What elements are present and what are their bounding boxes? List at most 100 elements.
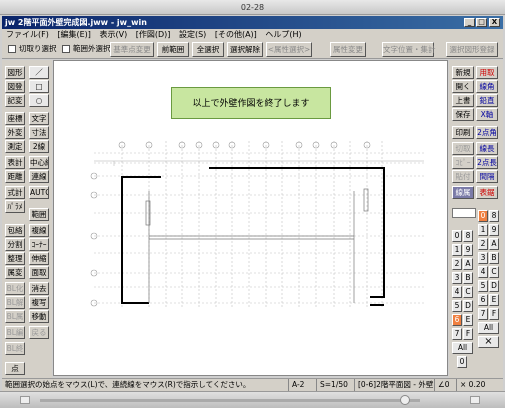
tool-parallel-line[interactable]: 複線 xyxy=(29,224,49,237)
layer-zero[interactable]: 0 xyxy=(457,356,467,368)
layer-group-f[interactable]: F xyxy=(489,308,499,320)
drawing-canvas[interactable]: 以上で外壁作図を終了します xyxy=(53,60,448,376)
layer-group-b[interactable]: B xyxy=(489,252,499,264)
menu-help[interactable]: ヘルプ(H) xyxy=(265,30,301,39)
two-point-angle-button[interactable]: 2点角 xyxy=(476,126,498,139)
angle[interactable]: ∠0 xyxy=(434,379,456,391)
tool-block-create[interactable]: BL化 xyxy=(5,282,25,295)
file-new-button[interactable]: 新規 xyxy=(452,66,474,79)
circle-tool-icon[interactable]: ○ xyxy=(29,94,49,107)
layer-3[interactable]: 3 xyxy=(452,272,462,284)
tool-block-edit[interactable]: BL編 xyxy=(5,326,25,339)
tool-chamfer[interactable]: 面取 xyxy=(29,266,49,279)
layer-group-e[interactable]: E xyxy=(489,294,499,306)
tool-figure-register[interactable]: 図登 xyxy=(5,80,25,93)
tool-table-calc[interactable]: 表計 xyxy=(5,156,25,169)
attr-select-button[interactable]: <属性選択> xyxy=(266,42,312,57)
attr-change-button[interactable]: 属性変更 xyxy=(330,42,366,57)
layer-group-6[interactable]: 6 xyxy=(478,294,488,306)
copy-button[interactable]: ｺﾋﾟｰ xyxy=(452,156,474,169)
tool-double-line[interactable]: 2線 xyxy=(29,140,49,153)
layer-6[interactable]: 6 xyxy=(452,314,462,326)
layer-0[interactable]: 0 xyxy=(452,230,462,242)
tool-point[interactable]: 点 xyxy=(5,362,25,375)
tool-undo[interactable]: 戻る xyxy=(29,326,49,339)
tool-formula[interactable]: 式計 xyxy=(5,186,25,199)
pause-icon[interactable] xyxy=(20,396,30,404)
layer-group-7[interactable]: 7 xyxy=(478,308,488,320)
table-saw-button[interactable]: 表鋸 xyxy=(476,186,498,199)
menu-settings[interactable]: 設定(S) xyxy=(179,30,206,39)
layer-all[interactable]: All xyxy=(452,342,473,354)
x-axis-button[interactable]: X軸 xyxy=(476,108,498,121)
tool-corner[interactable]: ｺｰﾅｰ xyxy=(29,238,49,251)
tool-distance[interactable]: 距離 xyxy=(5,170,25,183)
layer-group-4[interactable]: 4 xyxy=(478,266,488,278)
tool-block-release[interactable]: BL解 xyxy=(5,296,25,309)
current-layer[interactable]: [0-6]2階平面図 - 外壁 xyxy=(354,379,434,391)
layer-f[interactable]: F xyxy=(463,328,473,340)
tool-figure[interactable]: 図形 xyxy=(5,66,25,79)
register-shape-button[interactable]: 選択図形登録 xyxy=(446,42,498,57)
menu-view[interactable]: 表示(V) xyxy=(99,30,127,39)
cut-select-checkbox[interactable] xyxy=(8,45,16,53)
layer-4[interactable]: 4 xyxy=(452,286,462,298)
tool-copy[interactable]: 複写 xyxy=(29,296,49,309)
print-button[interactable]: 印刷 xyxy=(452,126,474,139)
deselect-button[interactable]: 選択解除 xyxy=(227,42,263,57)
layer-group-c[interactable]: C xyxy=(489,266,499,278)
menu-other[interactable]: [その他(A)] xyxy=(215,30,257,39)
tool-stretch[interactable]: 伸縮 xyxy=(29,252,49,265)
tool-take-button[interactable]: 用取 xyxy=(476,66,498,79)
tool-dimension[interactable]: 寸法 xyxy=(29,126,49,139)
tool-coordinate[interactable]: 座標 xyxy=(5,112,25,125)
layer-group-3[interactable]: 3 xyxy=(478,252,488,264)
tool-attr-change[interactable]: 属変 xyxy=(5,266,25,279)
layer-group-1[interactable]: 1 xyxy=(478,224,488,236)
paste-button[interactable]: 貼付 xyxy=(452,170,474,183)
line-angle-button[interactable]: 線角 xyxy=(476,80,498,93)
tool-continuous-line[interactable]: 連線 xyxy=(29,170,49,183)
layer-group-9[interactable]: 9 xyxy=(489,224,499,236)
layer-group-a[interactable]: A xyxy=(489,238,499,250)
paper-size[interactable]: A-2 xyxy=(288,379,316,391)
line-type-preview[interactable] xyxy=(452,208,476,218)
tool-erase[interactable]: 消去 xyxy=(29,282,49,295)
layer-c[interactable]: C xyxy=(463,286,473,298)
vertical-button[interactable]: 鉛直 xyxy=(476,94,498,107)
layer-group-2[interactable]: 2 xyxy=(478,238,488,250)
layer-b[interactable]: B xyxy=(463,272,473,284)
layer-9[interactable]: 9 xyxy=(463,244,473,256)
base-point-button[interactable]: 基準点変更 xyxy=(110,42,154,57)
file-overwrite-button[interactable]: 上書 xyxy=(452,94,474,107)
rectangle-tool-icon[interactable]: □ xyxy=(29,80,49,93)
layer-group-5[interactable]: 5 xyxy=(478,280,488,292)
line-attr-button[interactable]: 線属 xyxy=(452,186,474,199)
layer-d[interactable]: D xyxy=(463,300,473,312)
text-position-button[interactable]: 文字位置・集計 xyxy=(382,42,436,57)
line-tool-icon[interactable]: ／ xyxy=(29,66,49,79)
layer-group-0[interactable]: 0 xyxy=(478,210,488,222)
tool-divide[interactable]: 分割 xyxy=(5,238,25,251)
tool-auto[interactable]: AUTO xyxy=(29,186,49,199)
layer-group-8[interactable]: 8 xyxy=(489,210,499,222)
tool-block-attr[interactable]: BL属 xyxy=(5,310,25,323)
zoom[interactable]: × 0.20 xyxy=(456,379,488,391)
layer-group-d[interactable]: D xyxy=(489,280,499,292)
tool-range[interactable]: 範囲 xyxy=(29,208,49,221)
layer-8[interactable]: 8 xyxy=(463,230,473,242)
outside-select-checkbox[interactable] xyxy=(62,45,70,53)
layer-2[interactable]: 2 xyxy=(452,258,462,270)
tool-symbol-change[interactable]: 記変 xyxy=(5,94,25,107)
select-all-button[interactable]: 全選択 xyxy=(192,42,224,57)
layer-e[interactable]: E xyxy=(463,314,473,326)
progress-handle[interactable] xyxy=(400,395,410,405)
close-button[interactable]: X xyxy=(489,18,500,27)
two-point-length-button[interactable]: 2点長 xyxy=(476,156,498,169)
tool-external-change[interactable]: 外変 xyxy=(5,126,25,139)
maximize-button[interactable]: □ xyxy=(476,18,487,27)
tool-envelope[interactable]: 包絡 xyxy=(5,224,25,237)
minimize-button[interactable]: _ xyxy=(464,18,475,27)
file-open-button[interactable]: 開く xyxy=(452,80,474,93)
layer-group-all[interactable]: All xyxy=(478,322,499,334)
